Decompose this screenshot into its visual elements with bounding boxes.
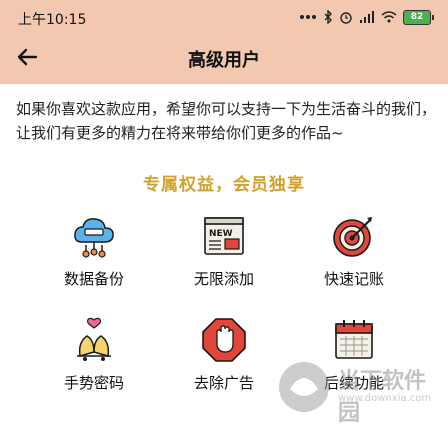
feature-label: 无限添加 [193, 270, 254, 288]
wifi-icon [381, 11, 397, 23]
section-title: 专属权益，会员独享 [143, 175, 305, 195]
feature-remove-ads[interactable]: 去除广告 [159, 316, 289, 393]
feature-label: 手势密码 [63, 374, 124, 392]
feature-label: 数据备份 [63, 270, 124, 288]
feature-data-backup[interactable]: 数据备份 [29, 212, 159, 289]
status-bar: 上午10:15 82 [0, 0, 448, 34]
news-icon: NEW [204, 217, 244, 255]
battery-tip [432, 14, 434, 20]
svg-text:NEW: NEW [209, 229, 233, 239]
calendar-icon [335, 320, 373, 359]
more-dots-icon [299, 14, 317, 20]
nav-bar: 高级用户 [0, 34, 448, 84]
target-icon [333, 217, 372, 257]
feature-quick-bookkeeping[interactable]: 快速记账 [289, 212, 419, 289]
feature-gesture-password[interactable]: 手势密码 [29, 316, 159, 393]
battery-icon: 82 [403, 9, 431, 25]
status-icons: 82 [299, 9, 434, 25]
bells-icon [77, 317, 111, 361]
feature-label: 快速记账 [323, 270, 384, 288]
page-title: 高级用户 [188, 50, 260, 71]
watermark-url: www.downxia.com [338, 393, 432, 404]
feature-label: 去除广告 [193, 374, 254, 392]
status-time: 上午10:15 [18, 12, 87, 28]
cellular-signal-icon [359, 10, 375, 24]
feature-label: 后续功能 [323, 374, 384, 392]
cloud-backup-icon [74, 218, 114, 258]
feature-unlimited-add[interactable]: NEW 无限添加 [159, 212, 289, 289]
alarm-icon [339, 10, 353, 24]
stop-hand-icon [202, 318, 246, 362]
feature-upcoming[interactable]: 后续功能 [289, 316, 419, 393]
intro-text: 如果你喜欢这款应用，希望你可以支持一下为生活奋斗的我们，让我们有更多的精力在将来… [16, 100, 437, 142]
bluetooth-icon [323, 10, 333, 24]
